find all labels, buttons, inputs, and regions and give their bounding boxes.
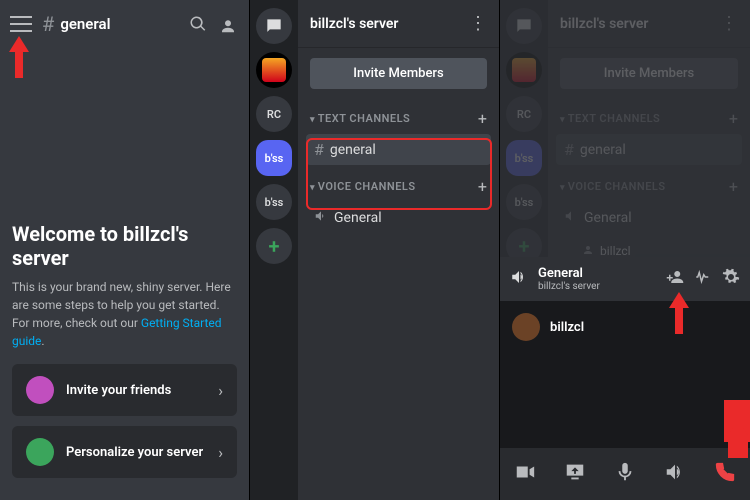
rail-direct-messages[interactable] xyxy=(256,8,292,44)
chat-header: # general xyxy=(0,0,249,48)
tutorial-arrow-adduser xyxy=(669,292,689,334)
welcome-text: This is your brand new, shiny server. He… xyxy=(12,278,237,350)
panel-chat-view: # general Welcome to billzcl's server Th… xyxy=(0,0,250,500)
add-text-channel-icon[interactable]: + xyxy=(478,109,487,128)
rail-server-selected[interactable]: b'ss xyxy=(256,140,292,176)
personalize-server-icon xyxy=(26,438,54,466)
user-avatar[interactable] xyxy=(512,313,540,341)
channel-name: general xyxy=(60,15,179,33)
invite-friends-label: Invite your friends xyxy=(66,383,218,398)
username-label: billzcl xyxy=(550,320,584,335)
invite-members-button[interactable]: Invite Members xyxy=(310,58,487,89)
server-rail: RC b'ss b'ss + xyxy=(250,0,298,500)
channel-list: billzcl's server ⋮ Invite Members TEXT C… xyxy=(298,0,499,500)
screen-share-icon[interactable] xyxy=(564,461,586,487)
chevron-right-icon: › xyxy=(218,381,223,400)
rail-server-rc[interactable]: RC xyxy=(256,96,292,132)
settings-gear-icon[interactable] xyxy=(722,268,740,290)
hamburger-menu-icon[interactable] xyxy=(10,16,32,32)
camera-icon[interactable] xyxy=(514,461,536,487)
voice-overlay: General billzcl's server billzcl xyxy=(500,257,750,500)
chevron-right-icon: › xyxy=(218,443,223,462)
voice-control-bar xyxy=(500,448,750,500)
members-icon[interactable] xyxy=(217,13,239,35)
panel-server-channels: RC b'ss b'ss + billzcl's server ⋮ Invite… xyxy=(250,0,500,500)
tutorial-arrow-hamburger xyxy=(9,36,29,78)
invite-friends-card[interactable]: Invite your friends › xyxy=(12,364,237,416)
speaker-icon xyxy=(510,268,528,290)
personalize-server-card[interactable]: Personalize your server › xyxy=(12,426,237,478)
voice-header: General billzcl's server xyxy=(500,257,750,301)
mute-mic-icon[interactable] xyxy=(614,461,636,487)
panel-voice-connected: RC b'ss b'ss + billzcl's server⋮ Invite … xyxy=(500,0,750,500)
welcome-section: Welcome to billzcl's server This is your… xyxy=(0,210,249,500)
tutorial-arrow-disconnect xyxy=(724,400,750,458)
rail-server-1[interactable] xyxy=(256,52,292,88)
server-menu-icon[interactable]: ⋮ xyxy=(469,13,487,34)
server-header: billzcl's server ⋮ xyxy=(298,0,499,48)
disconnect-call-icon[interactable] xyxy=(714,461,736,487)
rail-server-bss2[interactable]: b'ss xyxy=(256,184,292,220)
speaker-icon xyxy=(314,208,328,227)
welcome-heading: Welcome to billzcl's server xyxy=(12,222,237,270)
tutorial-highlight-voice xyxy=(306,138,492,210)
voice-server-subtitle: billzcl's server xyxy=(538,281,656,292)
hash-icon: # xyxy=(42,12,54,36)
invite-friends-icon xyxy=(26,376,54,404)
rail-add-server[interactable]: + xyxy=(256,228,292,264)
noise-suppression-icon[interactable] xyxy=(694,268,712,290)
deafen-icon[interactable] xyxy=(664,461,686,487)
search-icon[interactable] xyxy=(187,13,209,35)
voice-participant-row: billzcl xyxy=(500,301,750,353)
voice-channel-title: General xyxy=(538,266,656,281)
personalize-server-label: Personalize your server xyxy=(66,445,218,460)
text-channels-header[interactable]: TEXT CHANNELS + xyxy=(298,99,499,132)
add-user-icon[interactable] xyxy=(666,268,684,290)
server-title: billzcl's server xyxy=(310,16,469,32)
